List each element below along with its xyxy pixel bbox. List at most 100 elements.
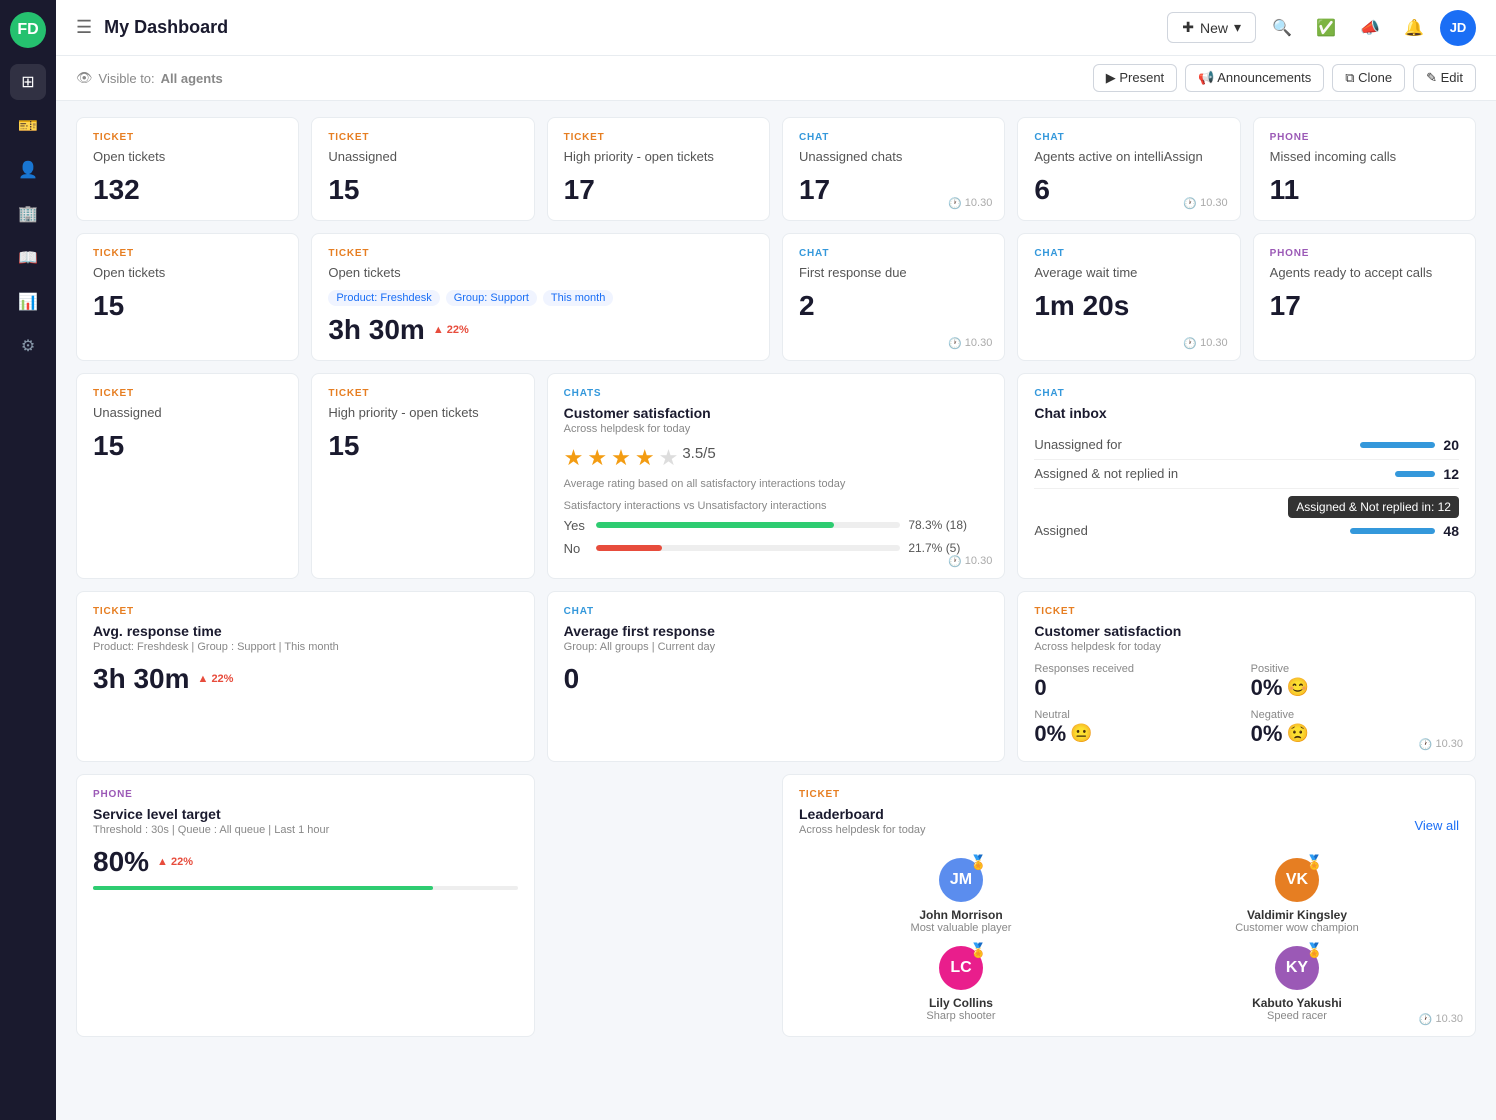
satisfaction-title: Customer satisfaction bbox=[564, 405, 989, 421]
progress-fill bbox=[93, 886, 433, 890]
avatar-lily: LC 🏅 bbox=[939, 946, 983, 990]
card-type: CHAT bbox=[1034, 248, 1223, 259]
service-title: Service level target bbox=[93, 806, 518, 822]
page-title: My Dashboard bbox=[104, 17, 1155, 38]
avatar-kabuto: KY 🏅 bbox=[1275, 946, 1319, 990]
chat-avg-sub: Group: All groups | Current day bbox=[564, 641, 989, 653]
positive-block: Positive 0% 😊 bbox=[1251, 663, 1459, 701]
announcements-button[interactable]: 📢 Announcements bbox=[1185, 64, 1324, 92]
card-ticket-satisfaction: TICKET Customer satisfaction Across help… bbox=[1017, 591, 1476, 762]
topbar-actions: ✚ New ▾ 🔍 ✅ 📣 🔔 JD bbox=[1167, 10, 1476, 46]
card-time: 🕐10.30 bbox=[948, 197, 992, 210]
badge-valdimir: 🏅 bbox=[1306, 854, 1323, 871]
card-open-tickets-response: TICKET Open tickets Product: Freshdesk G… bbox=[311, 233, 770, 361]
card-open-tickets: TICKET Open tickets 132 bbox=[76, 117, 299, 221]
yes-bar-fill bbox=[596, 522, 835, 528]
card-type: TICKET bbox=[328, 248, 753, 259]
vs-label: Satisfactory interactions vs Unsatisfact… bbox=[564, 500, 989, 512]
leader-kabuto-yakushi: KY 🏅 Kabuto Yakushi Speed racer bbox=[1135, 946, 1459, 1022]
card-type: CHAT bbox=[799, 132, 988, 143]
card-type: TICKET bbox=[328, 132, 517, 143]
badge-lily: 🏅 bbox=[970, 942, 987, 959]
card-chat-firstresponse: CHAT First response due 2 🕐10.30 bbox=[782, 233, 1005, 361]
leader-name: John Morrison bbox=[919, 908, 1002, 922]
card-value: 15 bbox=[93, 290, 282, 322]
avatar-valdimir: VK 🏅 bbox=[1275, 858, 1319, 902]
sidebar-item-tickets[interactable]: 🎫 bbox=[10, 108, 46, 144]
inbox-row-unassigned: Unassigned for 20 bbox=[1034, 431, 1459, 460]
sidebar-item-companies[interactable]: 🏢 bbox=[10, 196, 46, 232]
inbox-row-assigned: Assigned 48 bbox=[1034, 517, 1459, 545]
edit-button[interactable]: ✎ Edit bbox=[1413, 64, 1476, 92]
tooltip-assigned-notreplied: Assigned & Not replied in: 12 bbox=[1288, 496, 1459, 518]
card-open-tickets-2: TICKET Open tickets 15 bbox=[76, 233, 299, 361]
card-time: 🕐10.30 bbox=[1183, 337, 1227, 350]
present-button[interactable]: ▶ Present bbox=[1093, 64, 1177, 92]
topbar: ☰ My Dashboard ✚ New ▾ 🔍 ✅ 📣 🔔 JD bbox=[56, 0, 1496, 56]
eye-icon: 👁 bbox=[76, 70, 93, 86]
card-type: TICKET bbox=[93, 606, 518, 617]
main-area: ☰ My Dashboard ✚ New ▾ 🔍 ✅ 📣 🔔 JD 👁 Visi… bbox=[56, 0, 1496, 1120]
card-time: 🕐10.30 bbox=[948, 337, 992, 350]
view-all-link[interactable]: View all bbox=[1414, 818, 1459, 833]
avatar[interactable]: JD bbox=[1440, 10, 1476, 46]
dropdown-arrow-icon: ▾ bbox=[1234, 19, 1241, 36]
card-chat-intelliassign: CHAT Agents active on intelliAssign 6 🕐1… bbox=[1017, 117, 1240, 221]
card-chat-unassigned: CHAT Unassigned chats 17 🕐10.30 bbox=[782, 117, 1005, 221]
card-type: CHAT bbox=[564, 606, 989, 617]
neutral-block: Neutral 0% 😐 bbox=[1034, 709, 1242, 747]
leaderboard-title: Leaderboard bbox=[799, 806, 926, 822]
search-button[interactable]: 🔍 bbox=[1264, 10, 1300, 46]
card-value: 15 bbox=[328, 430, 517, 462]
positive-val: 0% 😊 bbox=[1251, 675, 1459, 701]
satisfaction-sub: Across helpdesk for today bbox=[564, 423, 989, 435]
sidebar-item-reports[interactable]: 📊 bbox=[10, 284, 46, 320]
new-button[interactable]: ✚ New ▾ bbox=[1167, 12, 1256, 43]
card-chat-waittime: CHAT Average wait time 1m 20s 🕐10.30 bbox=[1017, 233, 1240, 361]
leader-valdimir-kingsley: VK 🏅 Valdimir Kingsley Customer wow cham… bbox=[1135, 858, 1459, 934]
card-type: TICKET bbox=[93, 388, 282, 399]
inbox-bar-wrap: 48 bbox=[1350, 523, 1459, 539]
card-label: High priority - open tickets bbox=[564, 149, 753, 166]
no-bar-fill bbox=[596, 545, 662, 551]
inbox-val: 48 bbox=[1443, 523, 1459, 539]
avg-response-value: 3h 30m ▲ 22% bbox=[93, 663, 518, 695]
sidebar-item-solutions[interactable]: 📖 bbox=[10, 240, 46, 276]
card-label: First response due bbox=[799, 265, 988, 282]
leader-john-morrison: JM 🏅 John Morrison Most valuable player bbox=[799, 858, 1123, 934]
card-label: High priority - open tickets bbox=[328, 405, 517, 422]
card-label: Agents active on intelliAssign bbox=[1034, 149, 1223, 166]
sidebar-item-dashboard[interactable]: ⊞ bbox=[10, 64, 46, 100]
leader-role: Most valuable player bbox=[911, 922, 1012, 934]
clone-button[interactable]: ⧉ Clone bbox=[1332, 64, 1405, 92]
menu-icon[interactable]: ☰ bbox=[76, 17, 92, 38]
bell-icon[interactable]: 🔔 bbox=[1396, 10, 1432, 46]
tag-period: This month bbox=[543, 290, 613, 306]
sidebar-item-settings[interactable]: ⚙ bbox=[10, 328, 46, 364]
star-4: ★ bbox=[635, 445, 655, 474]
megaphone-icon[interactable]: 📣 bbox=[1352, 10, 1388, 46]
star-5: ★ bbox=[659, 445, 679, 474]
card-label: Average wait time bbox=[1034, 265, 1223, 282]
leader-lily-collins: LC 🏅 Lily Collins Sharp shooter bbox=[799, 946, 1123, 1022]
yes-pct: 78.3% (18) bbox=[908, 518, 988, 532]
card-value: 11 bbox=[1270, 174, 1459, 206]
card-type: TICKET bbox=[1034, 606, 1459, 617]
card-value: 3h 30m ▲ 22% bbox=[328, 314, 753, 346]
card-ticket-highpri-1: TICKET High priority - open tickets 17 bbox=[547, 117, 770, 221]
logo[interactable]: FD bbox=[10, 12, 46, 48]
leader-role: Customer wow champion bbox=[1235, 922, 1359, 934]
leader-role: Sharp shooter bbox=[926, 1010, 995, 1022]
card-leaderboard: TICKET Leaderboard Across helpdesk for t… bbox=[782, 774, 1476, 1037]
card-time: 🕐10.30 bbox=[1183, 197, 1227, 210]
card-type: CHAT bbox=[1034, 132, 1223, 143]
card-label: Agents ready to accept calls bbox=[1270, 265, 1459, 282]
card-type: CHAT bbox=[799, 248, 988, 259]
sidebar-item-contacts[interactable]: 👤 bbox=[10, 152, 46, 188]
card-chat-avg-firstresponse: CHAT Average first response Group: All g… bbox=[547, 591, 1006, 762]
check-circle-icon[interactable]: ✅ bbox=[1308, 10, 1344, 46]
card-type: TICKET bbox=[93, 132, 282, 143]
inbox-val: 12 bbox=[1443, 466, 1459, 482]
leader-role: Speed racer bbox=[1267, 1010, 1327, 1022]
progress-track bbox=[93, 886, 518, 890]
